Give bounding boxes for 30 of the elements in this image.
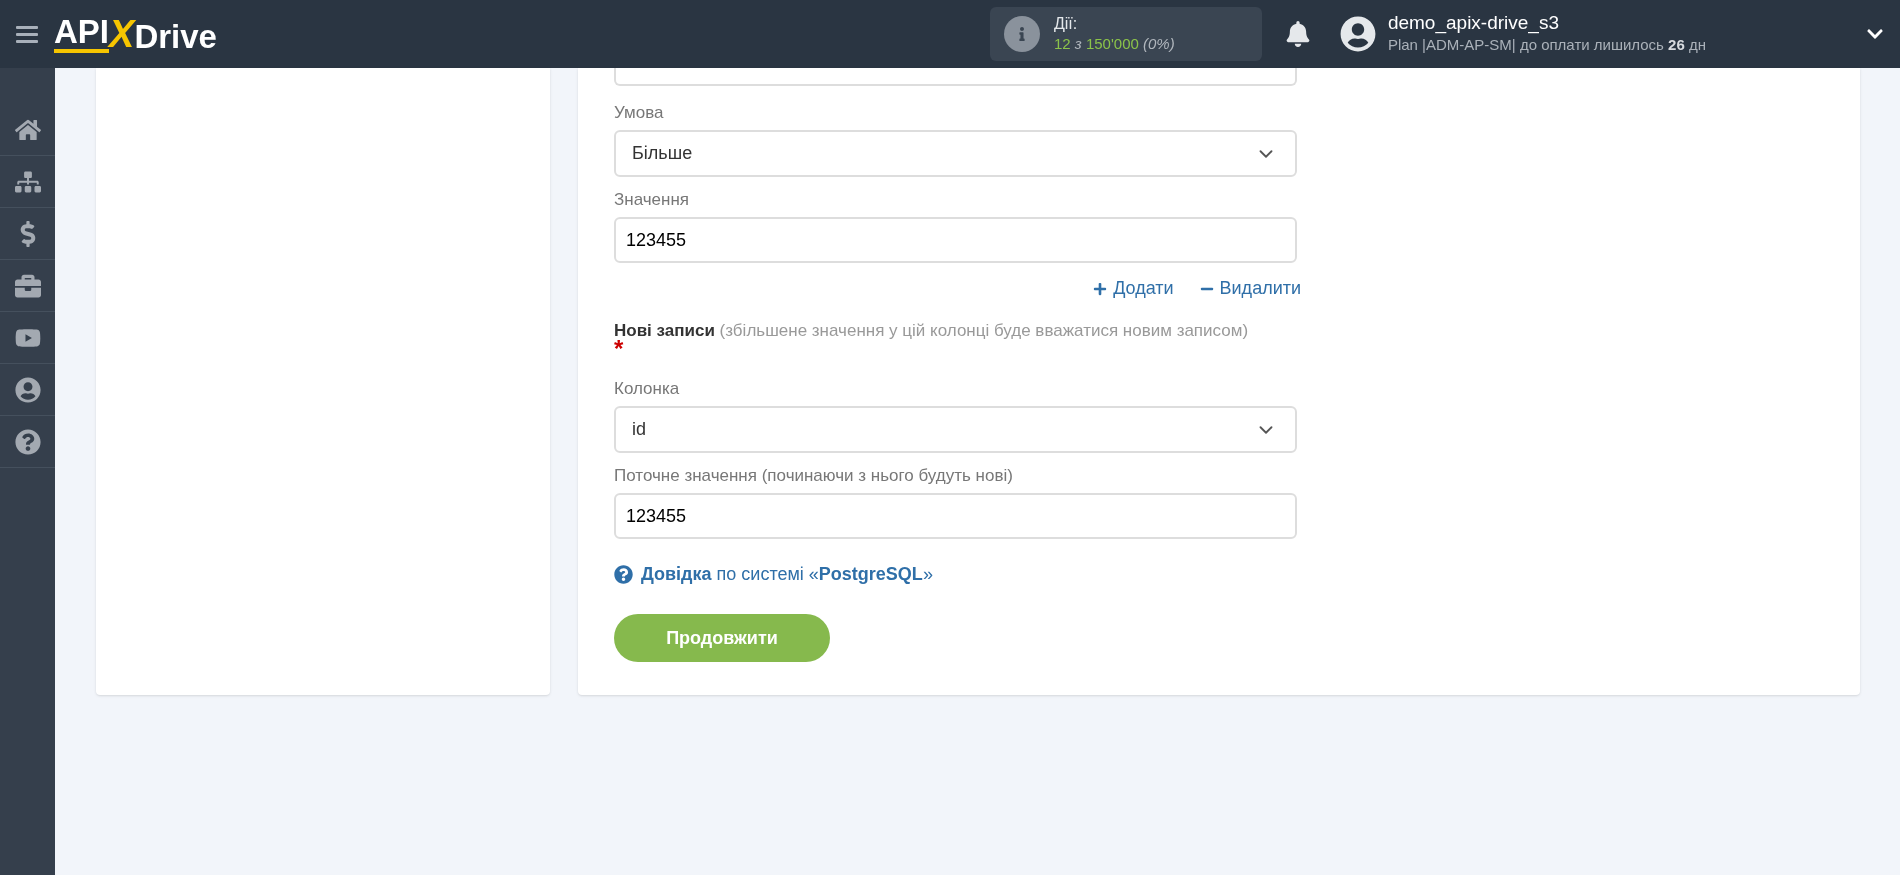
menu-icon[interactable] xyxy=(16,25,38,43)
user-icon[interactable] xyxy=(14,376,41,403)
select-value: Більше xyxy=(632,142,693,165)
help-icon[interactable] xyxy=(14,428,41,455)
avatar-icon[interactable] xyxy=(1339,16,1376,52)
info-icon xyxy=(1003,16,1040,52)
remove-link[interactable]: Видалити xyxy=(1199,275,1301,302)
plan-info: Plan |ADM-AP-SM| до оплати лишилось 26 дн xyxy=(1387,35,1706,55)
help-text: Довідка по системі «PostgreSQL» xyxy=(641,563,933,586)
field-label: Поточне значення (починаючи з нього будуть нові) xyxy=(614,465,1014,487)
actions-label: Дії: xyxy=(1053,14,1079,34)
select-field[interactable]: id xyxy=(614,406,1297,453)
field-label: Колонка xyxy=(614,378,681,400)
input-field[interactable]: 123455 xyxy=(614,493,1297,539)
help-icon xyxy=(614,565,633,584)
required-mark: * xyxy=(614,342,624,356)
user-name: demo_apix-drive_s3 xyxy=(1387,12,1560,34)
field-label: Значення xyxy=(614,189,691,211)
field-label: Умова xyxy=(614,102,665,124)
section-title: Нові записи (збільшене значення у цій колонці буде вважатися новим записом) xyxy=(614,320,1250,340)
select-value: id xyxy=(632,418,646,441)
select-field[interactable]: Більше xyxy=(614,130,1297,177)
input-field[interactable]: 123455 xyxy=(614,217,1297,263)
bell-icon[interactable] xyxy=(1285,21,1310,47)
plus-icon xyxy=(1093,281,1108,296)
actions-count: 12 з 150'000 (0%) xyxy=(1053,34,1175,54)
add-link[interactable]: Додати xyxy=(1093,275,1174,302)
select-field[interactable] xyxy=(614,68,1297,86)
logo[interactable]: APIXDrive xyxy=(54,15,217,53)
briefcase-icon[interactable] xyxy=(14,272,41,299)
